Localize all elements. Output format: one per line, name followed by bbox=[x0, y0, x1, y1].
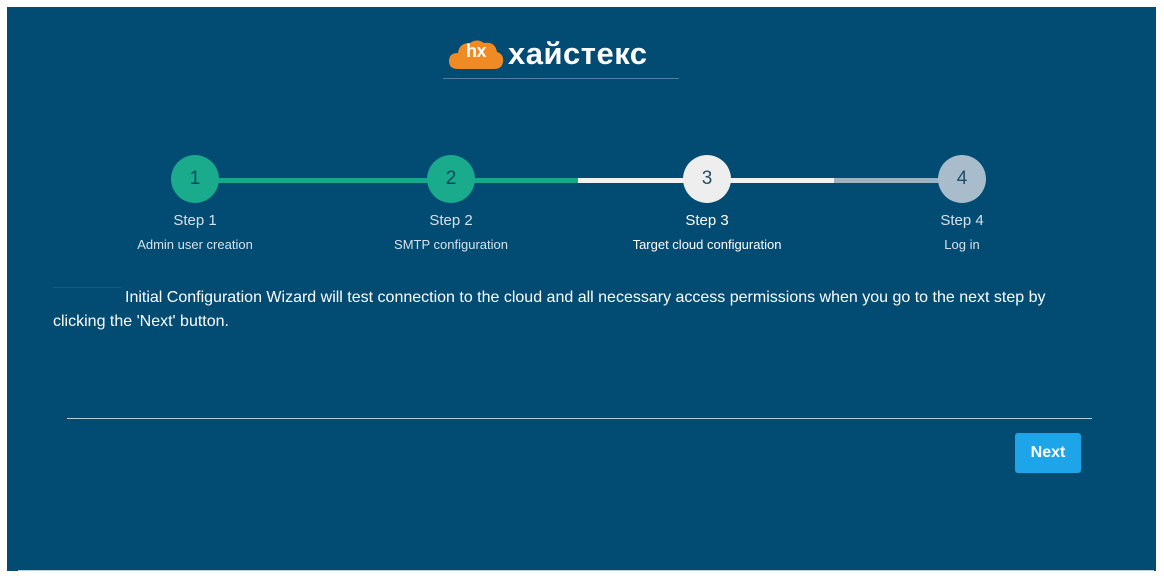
step-title: Step 1 bbox=[173, 212, 217, 229]
step-subtitle: Target cloud configuration bbox=[632, 237, 782, 252]
message-indent bbox=[53, 286, 121, 288]
wizard-step-1: 1 Step 1 Admin user creation bbox=[115, 155, 275, 252]
step-title: Step 2 bbox=[429, 212, 473, 229]
wizard-step-2: 2 Step 2 SMTP configuration bbox=[371, 155, 531, 252]
logo-wordmark: хайстекс bbox=[508, 36, 648, 71]
wizard-message: Initial Configuration Wizard will test c… bbox=[53, 286, 1063, 334]
step-circle: 1 bbox=[171, 155, 219, 203]
step-circle: 2 bbox=[427, 155, 475, 203]
step-subtitle: Admin user creation bbox=[137, 237, 253, 252]
step-circle: 3 bbox=[683, 155, 731, 203]
message-text: Initial Configuration Wizard will test c… bbox=[53, 289, 1046, 330]
footer-divider bbox=[67, 418, 1092, 419]
step-subtitle: Log in bbox=[944, 237, 980, 252]
wizard-step-4: 4 Step 4 Log in bbox=[882, 155, 1042, 252]
cloud-logo-icon: hx bbox=[448, 37, 504, 71]
step-circle: 4 bbox=[938, 155, 986, 203]
logo-divider bbox=[443, 78, 679, 79]
step-title: Step 4 bbox=[940, 212, 984, 229]
step-title: Step 3 bbox=[685, 212, 729, 229]
bottom-border bbox=[18, 570, 1154, 571]
next-button[interactable]: Next bbox=[1015, 433, 1081, 473]
wizard-step-3: 3 Step 3 Target cloud configuration bbox=[627, 155, 787, 252]
step-subtitle: SMTP configuration bbox=[394, 237, 508, 252]
brand-logo: hx хайстекс bbox=[448, 34, 648, 74]
logo-mark-text: hx bbox=[465, 41, 487, 61]
